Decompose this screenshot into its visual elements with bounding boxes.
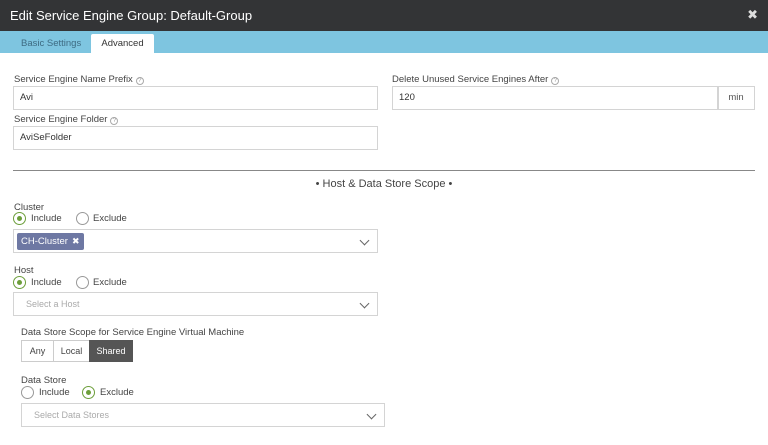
scope-option-local[interactable]: Local [53, 340, 90, 362]
datastore-exclude-radio[interactable] [82, 386, 95, 399]
cluster-include-label: Include [31, 213, 62, 224]
cluster-include-radio[interactable] [13, 212, 26, 225]
datastore-select[interactable]: Select Data Stores [21, 403, 385, 427]
help-icon[interactable]: ? [110, 117, 119, 125]
se-name-prefix-label-text: Service Engine Name Prefix [14, 74, 133, 85]
dialog-titlebar: Edit Service Engine Group: Default-Group… [0, 0, 768, 31]
se-name-prefix-input[interactable]: Avi [13, 86, 378, 110]
cluster-select[interactable]: CH-Cluster ✖ [13, 229, 378, 253]
section-title: • Host & Data Store Scope • [315, 178, 453, 190]
dialog-title: Edit Service Engine Group: Default-Group [10, 8, 253, 23]
chevron-down-icon [359, 235, 370, 246]
datastore-exclude-label: Exclude [100, 387, 134, 398]
host-include-label: Include [31, 277, 62, 288]
chevron-down-icon [366, 409, 377, 420]
help-icon[interactable]: ? [135, 77, 144, 85]
datastore-select-placeholder: Select Data Stores [34, 410, 110, 420]
cluster-exclude-label: Exclude [93, 213, 127, 224]
tab-bar: Basic Settings Advanced [0, 31, 768, 53]
close-icon[interactable]: ✖ [747, 7, 758, 23]
cluster-chip: CH-Cluster ✖ [17, 233, 84, 250]
datastore-include-radio[interactable] [21, 386, 34, 399]
delete-unused-label-text: Delete Unused Service Engines After [392, 74, 549, 85]
se-folder-input[interactable]: AviSeFolder [13, 126, 378, 150]
chevron-down-icon [359, 298, 370, 309]
remove-chip-icon[interactable]: ✖ [72, 236, 80, 246]
host-exclude-label: Exclude [93, 277, 127, 288]
tab-advanced[interactable]: Advanced [91, 34, 154, 53]
scope-option-any[interactable]: Any [21, 340, 54, 362]
cluster-exclude-radio[interactable] [76, 212, 89, 225]
help-icon[interactable]: ? [551, 77, 560, 85]
datastore-include-label: Include [39, 387, 70, 398]
datastore-scope-label: Data Store Scope for Service Engine Virt… [21, 327, 245, 338]
cluster-chip-label: CH-Cluster [21, 236, 68, 247]
se-name-prefix-label: Service Engine Name Prefix? [14, 74, 144, 85]
datastore-label: Data Store [21, 375, 67, 386]
host-exclude-radio[interactable] [76, 276, 89, 289]
tab-basic-settings[interactable]: Basic Settings [10, 34, 92, 53]
scope-option-shared[interactable]: Shared [89, 340, 133, 362]
delete-unused-unit: min [718, 86, 755, 110]
delete-unused-input[interactable]: 120 [392, 86, 718, 110]
host-label: Host [14, 265, 34, 276]
section-divider [13, 170, 755, 171]
host-select[interactable]: Select a Host [13, 292, 378, 316]
delete-unused-unit-text: min [728, 92, 744, 103]
host-select-placeholder: Select a Host [26, 299, 80, 309]
unit-divider [718, 87, 719, 109]
se-folder-label-text: Service Engine Folder [14, 114, 108, 125]
host-include-radio[interactable] [13, 276, 26, 289]
se-folder-label: Service Engine Folder? [14, 114, 119, 125]
delete-unused-label: Delete Unused Service Engines After? [392, 74, 560, 85]
